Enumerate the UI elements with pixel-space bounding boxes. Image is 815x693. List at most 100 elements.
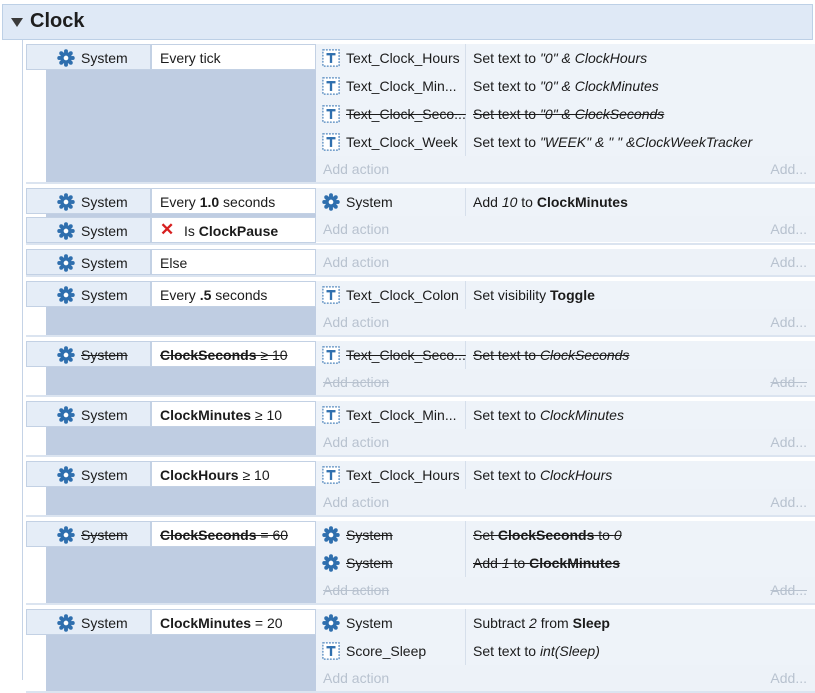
add-action-row[interactable]: Add action Add... <box>316 489 815 515</box>
condition-object-cell[interactable]: System <box>26 609 151 635</box>
action-description-cell[interactable]: Add 10 to ClockMinutes <box>466 188 815 216</box>
add-action-row[interactable]: Add action Add... <box>316 369 815 395</box>
add-more-link[interactable]: Add... <box>770 161 807 177</box>
add-action-link[interactable]: Add action <box>323 582 389 598</box>
add-action-row[interactable]: Add action Add... <box>316 309 815 335</box>
action-description-cell[interactable]: Set text to ClockSeconds <box>466 341 815 369</box>
action-row[interactable]: System Add 10 to ClockMinutes <box>316 188 815 216</box>
condition-description-cell[interactable]: Every .5 seconds <box>151 281 316 307</box>
action-object-cell[interactable]: Text_Clock_Min... <box>316 401 466 429</box>
condition-row[interactable]: System Every tick <box>26 44 316 70</box>
action-row[interactable]: Text_Clock_Min... Set text to "0" & Clock… <box>316 72 815 100</box>
add-action-link[interactable]: Add action <box>323 254 389 270</box>
condition-object-cell[interactable]: System <box>26 281 151 307</box>
event-block[interactable]: System ClockHours ≥ 10 Text_Clock_Hours Set… <box>26 461 815 515</box>
event-block[interactable]: System Every tick Text_Clock_Hours Set text… <box>26 44 815 182</box>
add-more-link[interactable]: Add... <box>770 434 807 450</box>
action-row[interactable]: System Add 1 to ClockMinutes <box>316 549 815 577</box>
condition-row[interactable]: System Every .5 seconds <box>26 281 316 307</box>
event-group-header[interactable]: Clock <box>2 4 813 40</box>
condition-description-cell[interactable]: ✕ Is ClockPause <box>151 217 316 243</box>
add-more-link[interactable]: Add... <box>770 494 807 510</box>
condition-row[interactable]: System ClockMinutes ≥ 10 <box>26 401 316 427</box>
add-action-row[interactable]: Add action Add... <box>316 156 815 182</box>
action-row[interactable]: Text_Clock_Min... Set text to ClockMinute… <box>316 401 815 429</box>
add-more-link[interactable]: Add... <box>770 221 807 237</box>
event-block[interactable]: System Else Add action Add... <box>26 249 815 275</box>
condition-object-cell[interactable]: System <box>26 521 151 547</box>
action-object-cell[interactable]: Text_Clock_Hours <box>316 461 466 489</box>
condition-description-cell[interactable]: ClockMinutes = 20 <box>151 609 316 635</box>
add-action-link[interactable]: Add action <box>323 494 389 510</box>
action-row[interactable]: System Set ClockSeconds to 0 <box>316 521 815 549</box>
action-description-cell[interactable]: Add 1 to ClockMinutes <box>466 549 815 577</box>
add-action-link[interactable]: Add action <box>323 221 389 237</box>
action-description-cell[interactable]: Set text to int(Sleep) <box>466 637 815 665</box>
action-row[interactable]: Score_Sleep Set text to int(Sleep) <box>316 637 815 665</box>
condition-description-cell[interactable]: ClockHours ≥ 10 <box>151 461 316 487</box>
condition-description-cell[interactable]: Every tick <box>151 44 316 70</box>
add-more-link[interactable]: Add... <box>770 254 807 270</box>
add-action-row[interactable]: Add action Add... <box>316 429 815 455</box>
add-action-row[interactable]: Add action Add... <box>316 577 815 603</box>
add-action-link[interactable]: Add action <box>323 161 389 177</box>
event-block[interactable]: System ClockMinutes ≥ 10 Text_Clock_Min...… <box>26 401 815 455</box>
add-action-link[interactable]: Add action <box>323 670 389 686</box>
condition-object-cell[interactable]: System <box>26 44 151 70</box>
condition-row[interactable]: System ClockHours ≥ 10 <box>26 461 316 487</box>
event-block[interactable]: System Every 1.0 seconds System ✕ Is ClockPa… <box>26 188 815 243</box>
action-row[interactable]: Text_Clock_Hours Set text to ClockHours <box>316 461 815 489</box>
action-row[interactable]: Text_Clock_Hours Set text to "0" & ClockH… <box>316 44 815 72</box>
action-object-cell[interactable]: System <box>316 549 466 577</box>
action-row[interactable]: Text_Clock_Week Set text to "WEEK" & " " … <box>316 128 815 156</box>
event-block[interactable]: System ClockSeconds ≥ 10 Text_Clock_Seco..… <box>26 341 815 395</box>
add-action-row[interactable]: Add action Add... <box>316 216 815 242</box>
add-action-row[interactable]: Add action Add... <box>316 249 815 275</box>
condition-description-cell[interactable]: Every 1.0 seconds <box>151 188 316 214</box>
action-row[interactable]: Text_Clock_Seco... Set text to "0" & Cloc… <box>316 100 815 128</box>
add-action-link[interactable]: Add action <box>323 374 389 390</box>
add-action-link[interactable]: Add action <box>323 314 389 330</box>
action-object-cell[interactable]: Text_Clock_Seco... <box>316 341 466 369</box>
action-object-cell[interactable]: Text_Clock_Min... <box>316 72 466 100</box>
add-more-link[interactable]: Add... <box>770 374 807 390</box>
action-row[interactable]: Text_Clock_Seco... Set text to ClockSecon… <box>316 341 815 369</box>
action-description-cell[interactable]: Set text to "WEEK" & " " &ClockWeekTrack… <box>466 128 815 156</box>
action-description-cell[interactable]: Set text to ClockMinutes <box>466 401 815 429</box>
condition-row[interactable]: System Every 1.0 seconds <box>26 188 316 214</box>
condition-description-cell[interactable]: ClockMinutes ≥ 10 <box>151 401 316 427</box>
action-object-cell[interactable]: Text_Clock_Week <box>316 128 466 156</box>
add-action-link[interactable]: Add action <box>323 434 389 450</box>
condition-description-cell[interactable]: Else <box>151 249 316 275</box>
add-more-link[interactable]: Add... <box>770 314 807 330</box>
action-object-cell[interactable]: Text_Clock_Hours <box>316 44 466 72</box>
add-more-link[interactable]: Add... <box>770 670 807 686</box>
condition-row[interactable]: System Else <box>26 249 316 275</box>
add-more-link[interactable]: Add... <box>770 582 807 598</box>
action-object-cell[interactable]: Score_Sleep <box>316 637 466 665</box>
action-row[interactable]: Text_Clock_Colon Set visibility Toggle <box>316 281 815 309</box>
action-description-cell[interactable]: Set text to "0" & ClockMinutes <box>466 72 815 100</box>
action-description-cell[interactable]: Set text to ClockHours <box>466 461 815 489</box>
action-description-cell[interactable]: Set text to "0" & ClockSeconds <box>466 100 815 128</box>
action-object-cell[interactable]: System <box>316 521 466 549</box>
action-description-cell[interactable]: Set text to "0" & ClockHours <box>466 44 815 72</box>
condition-object-cell[interactable]: System <box>26 341 151 367</box>
event-block[interactable]: System Every .5 seconds Text_Clock_Colon Se… <box>26 281 815 335</box>
condition-row[interactable]: System ClockMinutes = 20 <box>26 609 316 635</box>
event-block[interactable]: System ClockSeconds = 60 System Set ClockSe… <box>26 521 815 603</box>
condition-object-cell[interactable]: System <box>26 188 151 214</box>
event-block[interactable]: System ClockMinutes = 20 System Subtract 2 … <box>26 609 815 691</box>
action-object-cell[interactable]: Text_Clock_Colon <box>316 281 466 309</box>
action-row[interactable]: System Subtract 2 from Sleep <box>316 609 815 637</box>
add-action-row[interactable]: Add action Add... <box>316 665 815 691</box>
action-description-cell[interactable]: Subtract 2 from Sleep <box>466 609 815 637</box>
action-object-cell[interactable]: Text_Clock_Seco... <box>316 100 466 128</box>
condition-row[interactable]: System ClockSeconds = 60 <box>26 521 316 547</box>
action-description-cell[interactable]: Set ClockSeconds to 0 <box>466 521 815 549</box>
condition-row[interactable]: System ClockSeconds ≥ 10 <box>26 341 316 367</box>
collapse-arrow-icon[interactable] <box>11 18 23 27</box>
action-description-cell[interactable]: Set visibility Toggle <box>466 281 815 309</box>
action-object-cell[interactable]: System <box>316 188 466 216</box>
condition-description-cell[interactable]: ClockSeconds = 60 <box>151 521 316 547</box>
